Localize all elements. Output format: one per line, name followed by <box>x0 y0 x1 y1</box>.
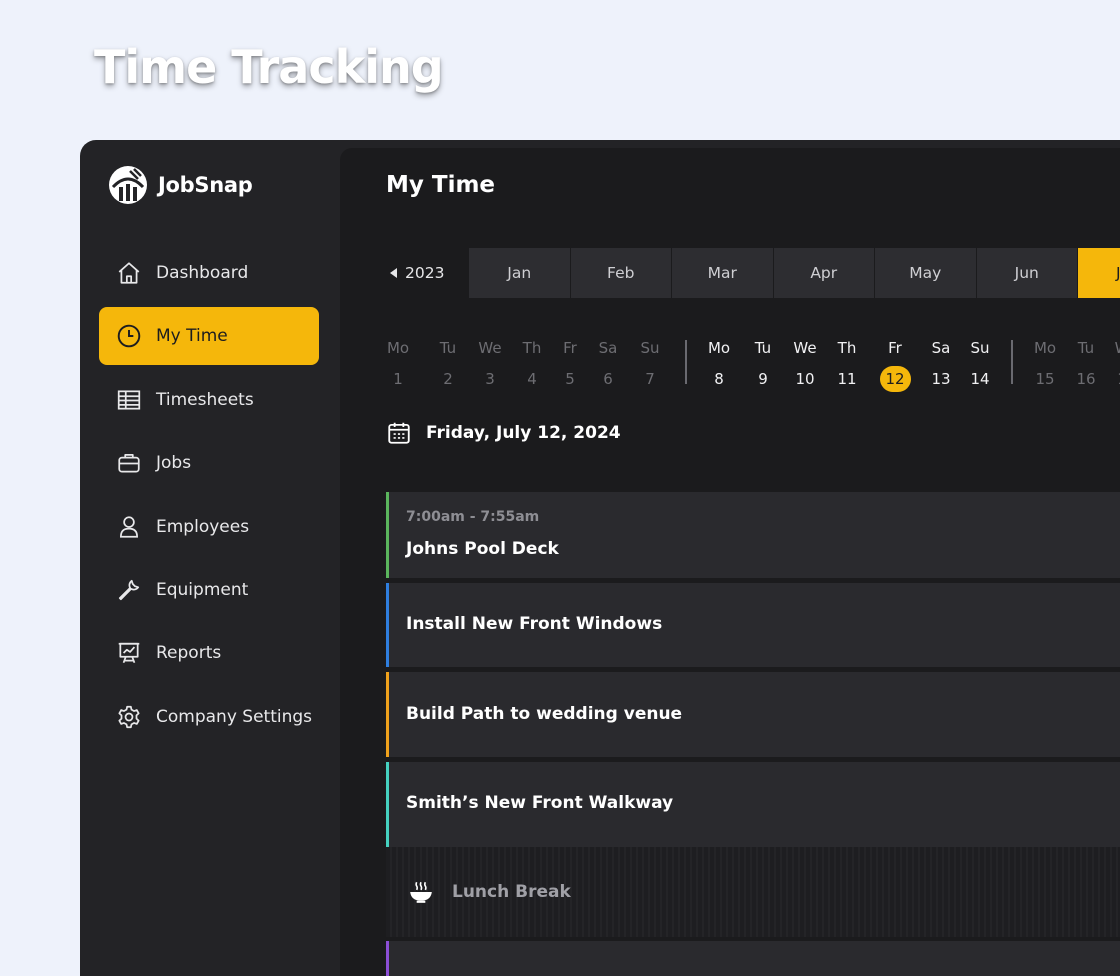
day-cell[interactable]: Mo 1 <box>386 338 410 392</box>
sidebar-item-label: Reports <box>156 643 222 664</box>
lunch-break[interactable]: Lunch Break <box>386 847 1120 937</box>
selected-date-label: Friday, July 12, 2024 <box>426 423 621 443</box>
main-panel: My Time 2023 Jan Feb Mar Apr May Jun J M… <box>340 148 1120 976</box>
time-entries: 7:00am - 7:55am Johns Pool Deck Install … <box>386 492 1120 976</box>
sidebar-item-label: Employees <box>156 516 250 537</box>
day-strip: Mo 1 Tu 2 We 3 Th 4 Fr 5 Sa 6 Su 7 Mo 8 Tu 9 We 10… <box>386 338 1120 392</box>
sidebar-item-jobs[interactable]: Jobs <box>99 434 319 492</box>
sidebar-item-label: Equipment <box>156 579 249 600</box>
day-cell[interactable]: Su 7 <box>629 338 671 392</box>
gear-icon <box>115 703 142 730</box>
time-entry[interactable]: Install New Front Windows <box>386 583 1120 667</box>
day-cell[interactable]: Th 11 <box>823 338 871 392</box>
day-cell[interactable]: Sa 13 <box>919 338 963 392</box>
sidebar-item-label: Timesheets <box>156 389 254 410</box>
month-strip: 2023 Jan Feb Mar Apr May Jun J <box>386 248 1120 298</box>
week-next: Mo15 Tu16 W1 <box>1025 338 1120 392</box>
entry-time: 7:00am - 7:55am <box>406 509 540 525</box>
time-entry[interactable]: Build Path to wedding venue <box>386 672 1120 757</box>
sidebar-item-employees[interactable]: Employees <box>99 498 319 556</box>
sidebar-item-timesheets[interactable]: Timesheets <box>99 371 319 429</box>
day-cell[interactable]: W1 <box>1107 338 1120 392</box>
sidebar-item-label: Company Settings <box>156 706 313 727</box>
sidebar-item-label: Jobs <box>156 453 192 474</box>
bowl-steam-icon <box>410 881 432 903</box>
day-cell[interactable]: Su 14 <box>963 338 997 392</box>
day-cell[interactable]: Sa 6 <box>587 338 629 392</box>
year-label: 2023 <box>405 264 445 282</box>
caret-left-icon <box>390 268 397 278</box>
time-entry-partial[interactable] <box>386 941 1120 976</box>
year-back-button[interactable]: 2023 <box>386 248 468 298</box>
sidebar-item-reports[interactable]: Reports <box>99 624 319 682</box>
week-divider <box>685 340 687 384</box>
month-tab[interactable]: Mar <box>671 248 773 298</box>
sidebar-nav: Dashboard My Time Timesheets Jobs Employ… <box>99 244 319 751</box>
day-cell[interactable]: Mo 15 <box>1025 338 1065 392</box>
sidebar: JobSnap Dashboard My Time Timesheets Job… <box>80 140 338 976</box>
month-tab[interactable]: Jun <box>975 248 1077 298</box>
entry-name: Smith’s New Front Walkway <box>406 793 674 813</box>
brand-name: JobSnap <box>158 173 253 197</box>
day-cell[interactable]: Tu 16 <box>1065 338 1107 392</box>
wrench-icon <box>115 576 142 603</box>
presentation-chart-icon <box>115 640 142 667</box>
calendar-icon <box>388 422 410 444</box>
sidebar-item-my-time[interactable]: My Time <box>99 307 319 366</box>
sidebar-item-dashboard[interactable]: Dashboard <box>99 244 319 302</box>
sidebar-item-label: My Time <box>156 326 228 347</box>
clock-icon <box>115 323 142 350</box>
lunch-break-label: Lunch Break <box>452 882 571 902</box>
day-cell-selected[interactable]: Fr 12 <box>871 338 919 392</box>
week-divider <box>1011 340 1013 384</box>
sidebar-item-label: Dashboard <box>156 263 249 283</box>
week-current: Mo 8 Tu 9 We 10 Th 11 Fr 12 Sa 13 Su 14 <box>699 338 997 392</box>
time-entry[interactable]: 7:00am - 7:55am Johns Pool Deck <box>386 492 1120 578</box>
page-heading: Time Tracking <box>94 40 444 94</box>
day-cell[interactable]: Mo 8 <box>699 338 739 392</box>
day-cell[interactable]: Th 4 <box>511 338 553 392</box>
month-tab-active[interactable]: J <box>1077 248 1120 298</box>
main-title: My Time <box>386 172 496 198</box>
jobsnap-logo-icon <box>109 166 147 204</box>
month-tab[interactable]: May <box>874 248 976 298</box>
day-cell[interactable]: We 3 <box>469 338 511 392</box>
month-tab[interactable]: Jan <box>468 248 570 298</box>
entry-name: Johns Pool Deck <box>406 539 559 559</box>
day-cell[interactable]: We 10 <box>787 338 823 392</box>
day-cell[interactable]: Fr 5 <box>553 338 587 392</box>
week-previous: Mo 1 Tu 2 We 3 Th 4 Fr 5 Sa 6 Su 7 <box>386 338 671 392</box>
selected-date: Friday, July 12, 2024 <box>386 420 621 446</box>
month-tab[interactable]: Apr <box>772 248 874 298</box>
sidebar-item-company-settings[interactable]: Company Settings <box>99 688 319 746</box>
entry-name: Install New Front Windows <box>406 614 663 634</box>
day-cell[interactable]: Tu 2 <box>427 338 469 392</box>
briefcase-icon <box>115 450 142 477</box>
user-icon <box>115 513 142 540</box>
month-tab[interactable]: Feb <box>569 248 671 298</box>
table-icon <box>115 386 142 413</box>
time-entry[interactable]: Smith’s New Front Walkway <box>386 762 1120 847</box>
sidebar-item-equipment[interactable]: Equipment <box>99 561 319 619</box>
brand[interactable]: JobSnap <box>108 165 253 205</box>
app-window: JobSnap Dashboard My Time Timesheets Job… <box>80 140 1120 976</box>
day-cell[interactable]: Tu 9 <box>739 338 787 392</box>
entry-name: Build Path to wedding venue <box>406 704 683 724</box>
home-icon <box>115 260 142 287</box>
